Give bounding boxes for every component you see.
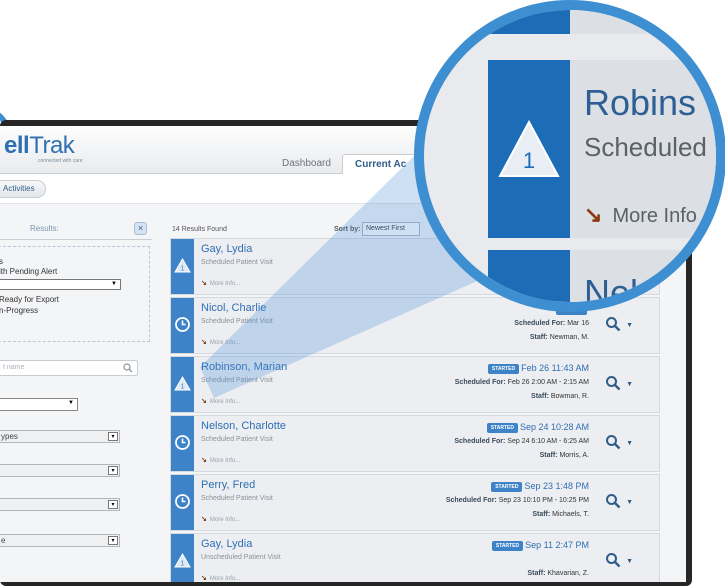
zoom-more-info-link[interactable]: ↘ More Info xyxy=(584,202,697,228)
zoom-patient-name[interactable]: Robins xyxy=(584,82,696,124)
zoomed-view: 1 Robins Scheduled ↘ More Info Nel xyxy=(424,10,716,302)
magnifier-lens: 1 Robins Scheduled ↘ More Info Nel xyxy=(414,0,725,312)
promo-graphic: ellTrak connected with care Dashboard Cu… xyxy=(0,0,725,588)
alert-triangle-icon: 1 xyxy=(498,119,560,177)
arrow-down-right-icon: ↘ xyxy=(584,202,603,227)
zoom-status-strip: 1 xyxy=(488,60,570,238)
alert-count: 1 xyxy=(523,148,535,173)
zoom-visit-type: Scheduled xyxy=(584,132,707,162)
zoom-more-info-label: More Info xyxy=(612,205,697,227)
